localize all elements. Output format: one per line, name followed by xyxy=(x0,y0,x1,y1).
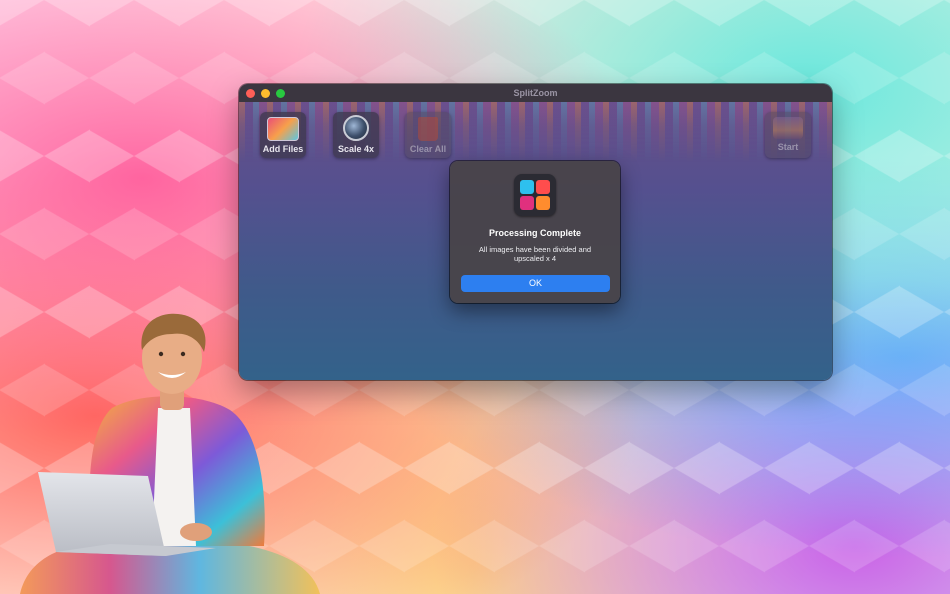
clear-all-button[interactable]: Clear All xyxy=(405,112,451,158)
trash-icon xyxy=(418,117,438,141)
app-icon-tile-pink xyxy=(520,196,534,210)
scale-4x-button[interactable]: Scale 4x xyxy=(333,112,379,158)
app-icon-tile-orange xyxy=(536,196,550,210)
processing-complete-dialog: Processing Complete All images have been… xyxy=(450,161,620,303)
magnifier-lens-icon xyxy=(343,115,369,141)
ok-button[interactable]: OK xyxy=(461,275,610,292)
add-files-label: Add Files xyxy=(262,144,304,154)
start-label: Start xyxy=(777,142,799,152)
clear-all-label: Clear All xyxy=(409,144,447,154)
split-grid-app-icon xyxy=(514,174,556,216)
dialog-message: All images have been divided and upscale… xyxy=(478,245,592,263)
window-title: SplitZoom xyxy=(513,88,558,98)
app-icon-tile-blue xyxy=(520,180,534,194)
toolbar-banner xyxy=(239,102,832,162)
start-button[interactable]: Start xyxy=(765,112,811,158)
app-icon-tile-red xyxy=(536,180,550,194)
photo-icon xyxy=(267,117,299,141)
add-files-button[interactable]: Add Files xyxy=(260,112,306,158)
title-bar[interactable]: SplitZoom xyxy=(239,84,832,102)
scale-4x-label: Scale 4x xyxy=(337,144,375,154)
dialog-title: Processing Complete xyxy=(488,228,582,238)
desktop-background: SplitZoom Add Files Scale 4x Clear All S… xyxy=(0,0,950,594)
mountain-image-icon xyxy=(773,117,803,139)
